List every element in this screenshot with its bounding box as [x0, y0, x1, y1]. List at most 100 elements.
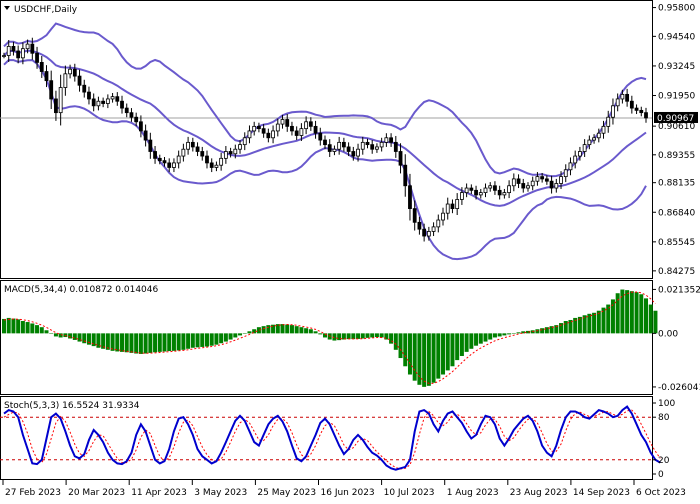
- candle-body: [560, 177, 563, 184]
- macd-bar: [380, 333, 384, 337]
- macd-bar: [365, 333, 369, 338]
- candle-body: [479, 193, 482, 195]
- macd-bar: [139, 333, 143, 354]
- macd-bar: [450, 333, 454, 366]
- candle-body: [305, 122, 308, 129]
- candle-body: [423, 229, 426, 236]
- macd-bar: [564, 321, 568, 333]
- candle-body: [36, 53, 39, 62]
- macd-bar: [309, 329, 313, 333]
- candle-body: [111, 97, 114, 99]
- candle-body: [493, 186, 496, 191]
- candle-body: [380, 142, 383, 147]
- macd-bar: [68, 333, 72, 338]
- macd-bar: [446, 333, 450, 370]
- date-axis-label: 3 May 2023: [194, 488, 247, 498]
- candle-body: [588, 140, 591, 145]
- stoch-pane[interactable]: Stoch(5,3,3) 16.5524 31.9334 10080200: [0, 397, 675, 481]
- macd-bar: [40, 327, 44, 333]
- candle-body: [621, 94, 624, 99]
- macd-bar: [247, 331, 251, 333]
- candle-body: [418, 222, 421, 229]
- chart-canvas[interactable]: USDCHF,Daily 0.958000.945400.932450.9195…: [0, 0, 700, 500]
- candle-body: [357, 149, 360, 156]
- candle-body: [40, 62, 43, 71]
- candle-body: [12, 46, 15, 51]
- candle-body: [611, 106, 614, 117]
- candle-body: [508, 186, 511, 193]
- macd-bar: [295, 326, 299, 333]
- candle-body: [229, 151, 232, 153]
- price-axis-label: 0.86840: [658, 208, 695, 218]
- candle-body: [102, 101, 105, 103]
- current-price-label: 0.90967: [657, 114, 694, 124]
- macd-bar: [153, 333, 157, 352]
- candle-body: [503, 193, 506, 195]
- price-axis-label: 0.95800: [658, 4, 695, 14]
- macd-bar: [649, 305, 653, 334]
- candle-body: [168, 163, 171, 168]
- symbol-dropdown-arrow-icon[interactable]: [4, 6, 10, 10]
- macd-bar: [455, 333, 459, 360]
- macd-bar: [351, 333, 355, 339]
- stoch-axis-label: 100: [658, 399, 675, 409]
- date-axis-label: 16 Jun 2023: [321, 488, 375, 498]
- candle-body: [385, 138, 388, 143]
- macd-axis-label: -0.026041: [658, 383, 700, 393]
- macd-bar: [134, 333, 138, 353]
- trading-chart[interactable]: USDCHF,Daily 0.958000.945400.932450.9195…: [0, 0, 700, 500]
- candle-body: [390, 138, 393, 143]
- candle-body: [645, 113, 648, 118]
- macd-bar: [460, 333, 464, 356]
- candle-body: [182, 149, 185, 156]
- candle-body: [442, 213, 445, 220]
- candle-body: [172, 163, 175, 168]
- candle-body: [352, 151, 355, 156]
- candle-body: [45, 72, 48, 81]
- candle-body: [347, 147, 350, 152]
- candle-body: [125, 108, 128, 113]
- candle-body: [314, 126, 317, 133]
- candle-body: [116, 97, 119, 102]
- candle-body: [59, 88, 62, 113]
- macd-bar: [493, 333, 497, 337]
- macd-bar: [21, 321, 25, 333]
- candle-body: [276, 124, 279, 131]
- macd-bar: [172, 333, 176, 350]
- candle-body: [451, 204, 454, 209]
- candle-body: [3, 56, 6, 57]
- candle-body: [319, 133, 322, 140]
- candle-body: [290, 126, 293, 131]
- macd-bar: [417, 333, 421, 384]
- macd-bar: [11, 319, 15, 334]
- candle-body: [555, 183, 558, 188]
- candle-body: [475, 190, 478, 195]
- macd-bar: [106, 333, 110, 349]
- macd-bar: [290, 325, 294, 333]
- price-pane[interactable]: USDCHF,Daily 0.958000.945400.932450.9195…: [0, 1, 698, 279]
- candle-body: [413, 209, 416, 223]
- candle-body: [220, 158, 223, 165]
- macd-bar: [59, 333, 63, 337]
- candle-body: [550, 181, 553, 188]
- candle-body: [54, 99, 57, 113]
- candle-body: [78, 76, 81, 85]
- candle-body: [446, 204, 449, 213]
- macd-histogram: [2, 290, 657, 387]
- macd-bar: [191, 333, 195, 347]
- macd-bar: [394, 333, 398, 349]
- macd-pane[interactable]: MACD(5,34,4) 0.010872 0.014046 0.0213520…: [1, 281, 700, 395]
- date-axis-label: 10 Jul 2023: [384, 488, 435, 498]
- macd-bar: [597, 311, 601, 334]
- candle-body: [328, 145, 331, 152]
- macd-bar: [399, 333, 403, 358]
- candle-body: [187, 142, 190, 149]
- candle-body: [361, 142, 364, 149]
- macd-bar: [427, 333, 431, 385]
- price-axis-label: 0.84275: [658, 267, 695, 277]
- candle-body: [630, 101, 633, 108]
- candles: [3, 38, 648, 242]
- candle-body: [616, 99, 619, 106]
- macd-bar: [144, 333, 148, 353]
- candle-body: [158, 158, 161, 160]
